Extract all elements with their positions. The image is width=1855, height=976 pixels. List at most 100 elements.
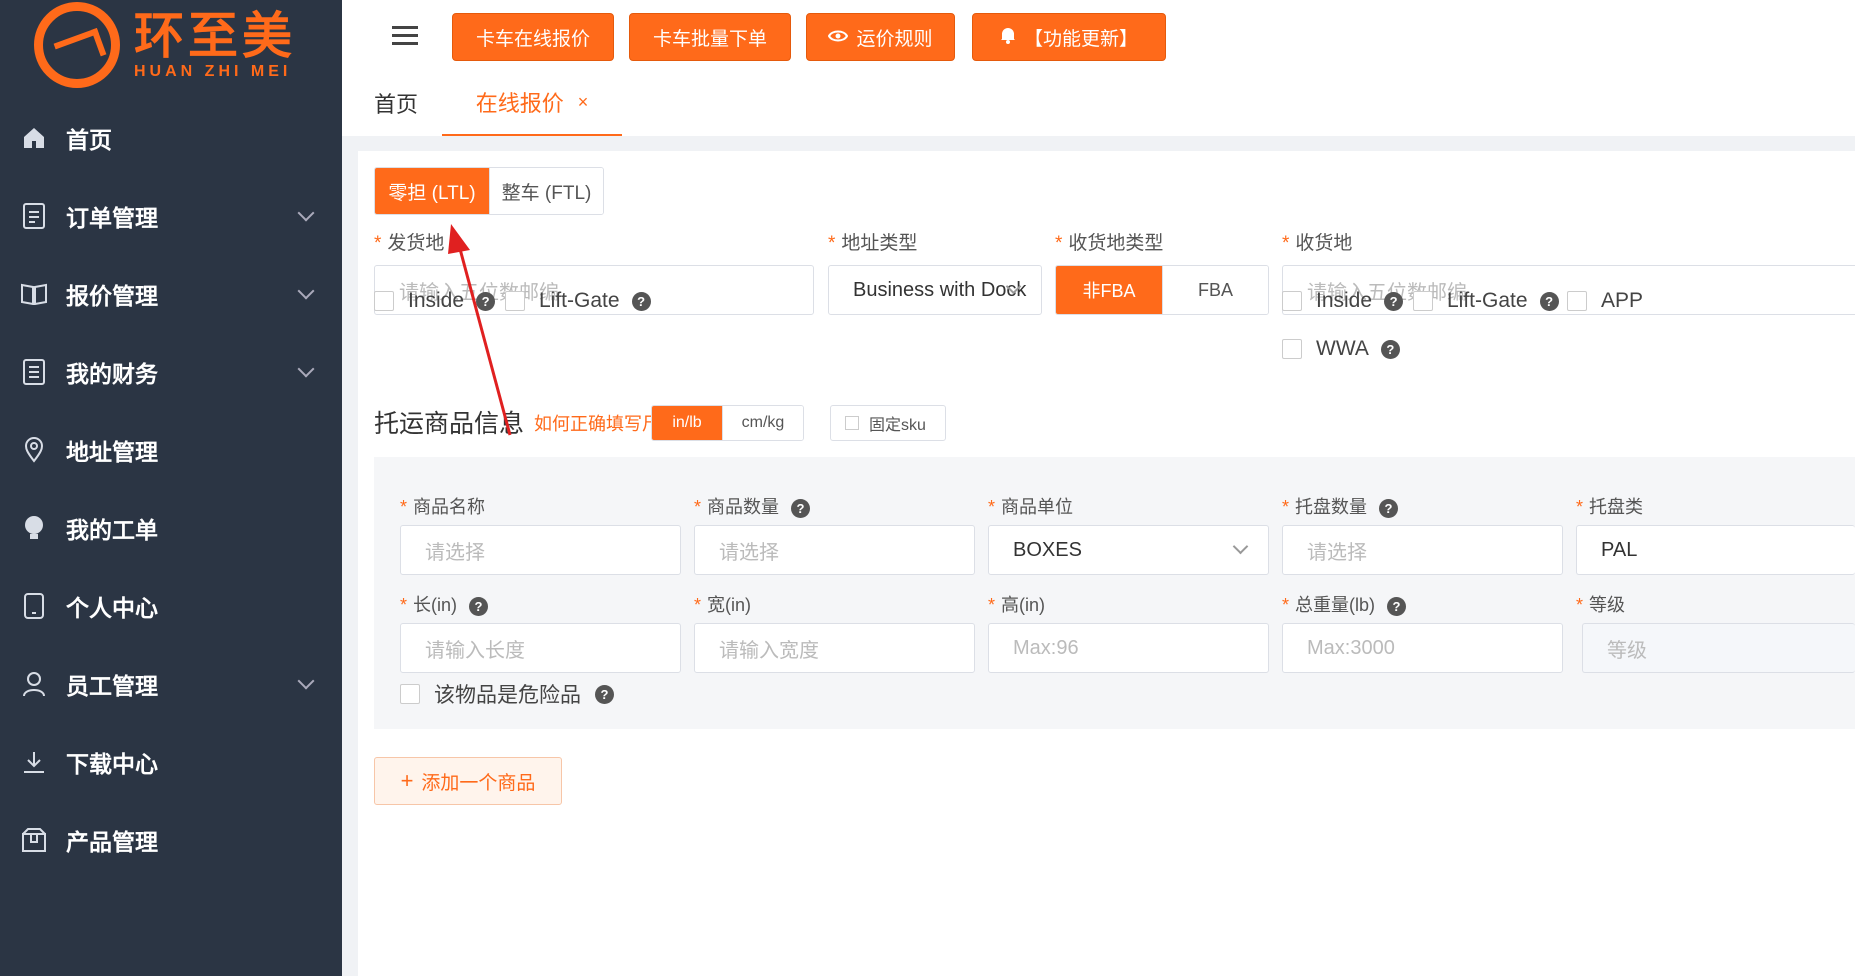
destination-label: * 收货地 [1282,228,1352,255]
product-name-select[interactable]: 请选择 [400,525,681,575]
sidebar-item-finance[interactable]: 我的财务 [0,333,342,411]
product-name-placeholder: 请选择 [425,541,485,564]
checkbox-box[interactable] [1413,291,1433,311]
class-placeholder: 等级 [1607,639,1647,662]
weight-label: * 总重量(lb)? [1282,591,1407,617]
sidebar-item-home[interactable]: 首页 [0,99,342,177]
download-icon [20,748,48,776]
checkbox-box[interactable] [1282,291,1302,311]
checkbox-label: Lift-Gate [539,289,620,312]
button-label: 卡车在线报价 [475,27,590,50]
height-input[interactable]: Max:96 [988,623,1269,673]
page-tabs: 首页 在线报价 × [342,70,1855,136]
product-unit-value: BOXES [1013,538,1082,561]
truck-online-quote-button[interactable]: 卡车在线报价 [452,13,614,61]
product-qty-placeholder: 请选择 [719,541,779,564]
add-product-label: 添加一个商品 [421,772,536,794]
sidebar-item-tickets[interactable]: 我的工单 [0,489,342,567]
tab-online-quote[interactable]: 在线报价 × [442,70,622,136]
help-icon[interactable]: ? [595,684,614,704]
width-placeholder: 请输入宽度 [719,639,819,662]
user-icon [20,670,48,698]
checkbox-box[interactable] [1282,339,1302,359]
destination-type-label: * 收货地类型 [1055,228,1163,255]
help-icon[interactable]: ? [791,499,811,518]
origin-liftgate-checkbox[interactable]: Lift-Gate ? [505,289,651,313]
height-label-text: 高(in) [1001,595,1046,615]
sidebar-item-staff[interactable]: 员工管理 [0,645,342,723]
mode-ftl-button[interactable]: 整车 (FTL) [489,168,603,214]
feature-update-button[interactable]: 【功能更新】 [972,13,1166,61]
checkbox-box[interactable] [374,291,394,311]
sidebar-item-label: 首页 [66,127,112,153]
truck-batch-order-button[interactable]: 卡车批量下单 [629,13,791,61]
product-unit-select[interactable]: BOXES [988,525,1269,575]
required-mark: * [1576,497,1584,517]
brand-logo[interactable]: 环至美 HUAN ZHI MEI [34,0,296,90]
class-label-text: 等级 [1589,595,1626,615]
sidebar-item-profile[interactable]: 个人中心 [0,567,342,645]
dangerous-goods-checkbox[interactable]: 该物品是危险品 ? [400,679,614,709]
mode-ltl-button[interactable]: 零担 (LTL) [375,168,489,214]
location-icon [20,436,48,464]
package-icon [20,826,48,854]
sidebar-item-products[interactable]: 产品管理 [0,801,342,879]
product-unit-label: * 商品单位 [988,493,1073,519]
length-input[interactable]: 请输入长度 [400,623,681,673]
checkbox-box[interactable] [400,684,420,704]
sidebar-item-label: 订单管理 [66,205,158,231]
freight-rules-button[interactable]: 运价规则 [806,13,955,61]
help-icon[interactable]: ? [1384,291,1404,311]
sidebar-item-quotes[interactable]: 报价管理 [0,255,342,333]
destination-type-label-text: 收货地类型 [1068,233,1164,254]
pallet-type-select[interactable]: PAL [1576,525,1855,575]
help-icon[interactable]: ? [1539,291,1559,311]
checkbox-label: WWA [1316,337,1369,360]
tab-home[interactable]: 首页 [374,70,418,136]
pallet-qty-label-text: 托盘数量 [1295,497,1368,517]
dest-liftgate-checkbox[interactable]: Lift-Gate ? [1413,289,1559,313]
class-select[interactable]: 等级 [1582,623,1855,673]
dest-inside-checkbox[interactable]: Inside ? [1282,289,1404,313]
width-input[interactable]: 请输入宽度 [694,623,975,673]
unit-in-lb-button[interactable]: in/lb [652,406,722,440]
close-icon[interactable]: × [578,92,589,113]
menu-toggle-icon[interactable] [392,26,418,46]
help-icon[interactable]: ? [1387,597,1407,616]
product-qty-input[interactable]: 请选择 [694,525,975,575]
pallet-qty-input[interactable]: 请选择 [1282,525,1563,575]
required-mark: * [1282,595,1290,615]
address-type-select[interactable]: Business with Dock [828,265,1042,315]
required-mark: * [1282,497,1290,517]
quote-form: 零担 (LTL) 整车 (FTL) * 发货地 * 地址类型 * 收货地类型 * 收货地… [358,151,1855,976]
checkbox-box[interactable] [1567,291,1587,311]
required-mark: * [828,233,836,254]
width-label-text: 宽(in) [707,595,752,615]
help-icon[interactable]: ? [631,291,651,311]
add-product-button[interactable]: + 添加一个商品 [374,757,562,805]
help-icon[interactable]: ? [1380,339,1400,359]
weight-input[interactable]: Max:3000 [1282,623,1563,673]
required-mark: * [1576,595,1584,615]
non-fba-button[interactable]: 非FBA [1056,266,1162,314]
sidebar-item-downloads[interactable]: 下载中心 [0,723,342,801]
chevron-down-icon [297,360,315,378]
sidebar-item-address[interactable]: 地址管理 [0,411,342,489]
plus-icon: + [400,768,414,793]
help-icon[interactable]: ? [469,597,489,616]
dest-wwa-checkbox[interactable]: WWA ? [1282,337,1400,361]
sidebar-item-orders[interactable]: 订单管理 [0,177,342,255]
sidebar-item-label: 我的工单 [66,517,158,543]
help-icon[interactable]: ? [1379,499,1399,518]
sidebar-item-label: 个人中心 [66,595,158,621]
dest-app-checkbox[interactable]: APP [1567,289,1643,313]
fixed-sku-checkbox[interactable]: 固定sku [830,405,946,441]
required-mark: * [694,595,702,615]
checkbox-box[interactable] [845,416,859,430]
sidebar-menu: 首页 订单管理 报价管理 我的财务 地址管理 我的工单 个人中心 员工管理 下载… [0,99,342,879]
fba-button[interactable]: FBA [1162,266,1268,314]
checkbox-label: Inside [1316,289,1373,312]
address-type-value: Business with Dock [853,278,1027,301]
logo-name-cn: 环至美 [134,8,296,64]
unit-cm-kg-button[interactable]: cm/kg [722,406,803,440]
